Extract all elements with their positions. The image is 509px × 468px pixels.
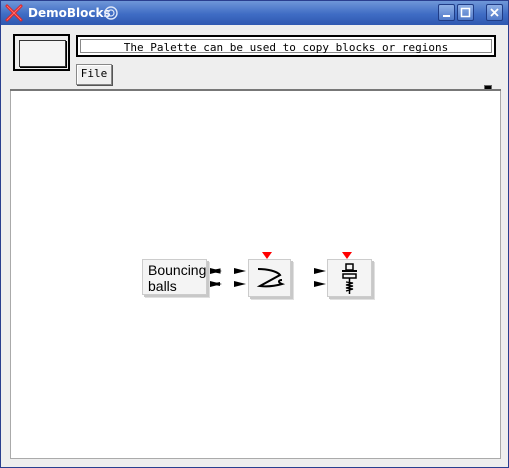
diagram-canvas[interactable]: Bouncing balls	[10, 91, 501, 459]
window-title: DemoBlocks	[28, 6, 111, 20]
red-x-icon[interactable]	[5, 4, 23, 22]
message-bar: The Palette can be used to copy blocks o…	[76, 35, 496, 57]
output-port-icon[interactable]	[210, 267, 224, 289]
block-label-line2: balls	[148, 278, 177, 294]
block-label-line1: Bouncing	[148, 262, 207, 278]
curve-plot-block[interactable]	[248, 259, 291, 297]
spring-weight-icon	[342, 263, 357, 294]
maximize-icon	[460, 7, 471, 18]
curve-plot-icon	[256, 268, 286, 288]
preview-thumbnail	[19, 40, 66, 67]
spring-weight-block[interactable]	[327, 259, 372, 297]
bouncing-balls-block[interactable]: Bouncing balls	[142, 259, 207, 295]
message-text: The Palette can be used to copy blocks o…	[80, 39, 492, 54]
input-port-icon[interactable]	[314, 267, 328, 289]
maximize-button[interactable]	[457, 4, 474, 21]
close-icon	[490, 8, 499, 17]
title-bar[interactable]: DemoBlocks	[1, 1, 508, 25]
file-menu-button[interactable]: File	[76, 64, 112, 85]
minimize-button[interactable]	[438, 4, 455, 21]
input-port-icon[interactable]	[234, 267, 248, 289]
close-button[interactable]	[486, 4, 503, 21]
minimize-icon	[443, 15, 450, 17]
palette-preview[interactable]	[13, 34, 70, 71]
toolbar: The Palette can be used to copy blocks o…	[10, 32, 500, 90]
demoblocks-window: DemoBlocks The Palette can be used to co…	[0, 0, 509, 468]
swirl-icon	[104, 6, 118, 20]
